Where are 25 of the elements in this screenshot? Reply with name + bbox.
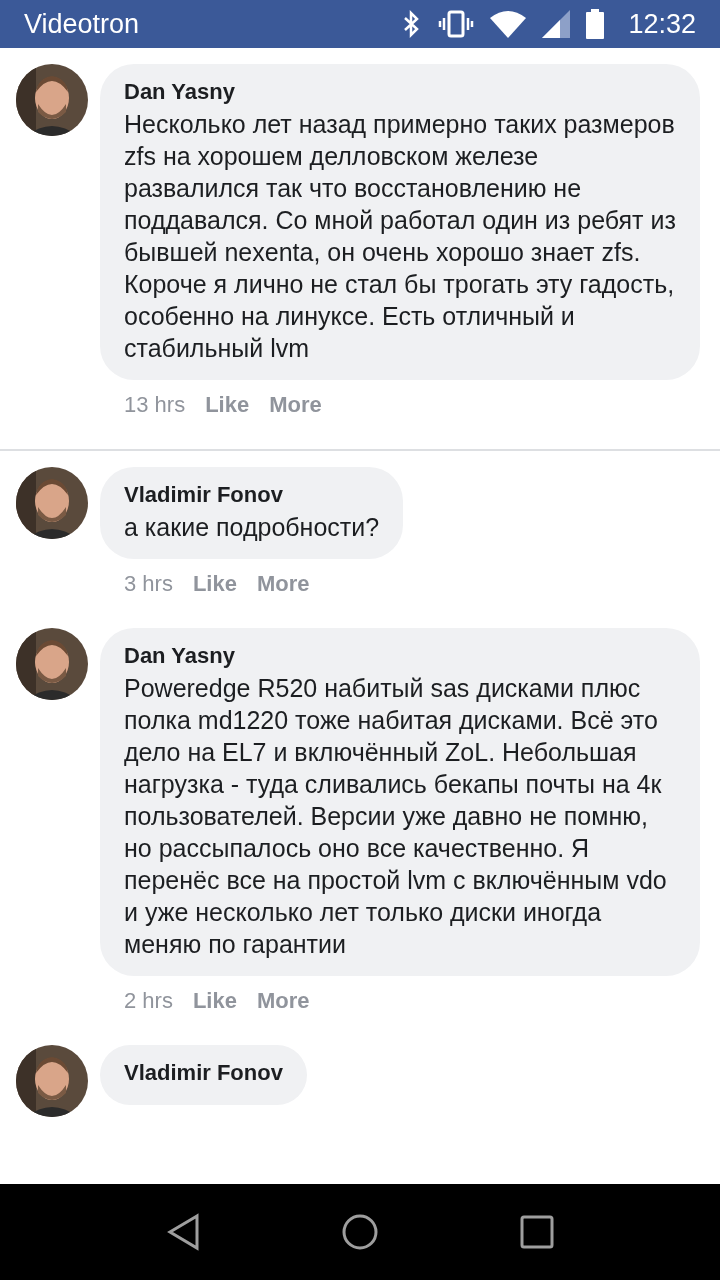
comment-text: Несколько лет назад примерно таких размеров zfs на хорошем делловском железе развалился так что восстановлению не поддавался. Со мной работал один из ребят из бывшей nexenta, он очень хорошо знает zfs. Короче я лично не стал бы трогать эту гадость, особенно на линуксе. Есть отличный и стабильный lvm — [124, 109, 676, 364]
like-link[interactable]: Like — [192, 984, 237, 1017]
wifi-icon — [490, 10, 527, 38]
author-name[interactable]: Vladimir Fonov — [124, 1057, 283, 1089]
more-link[interactable]: More — [269, 388, 322, 421]
clock: 12:32 — [628, 7, 696, 41]
recents-icon[interactable] — [519, 1215, 554, 1249]
home-icon[interactable] — [341, 1213, 379, 1251]
more-link[interactable]: More — [256, 567, 310, 600]
comment-text: а какие подробности? — [124, 512, 380, 543]
signal-icon — [542, 10, 571, 38]
author-name[interactable]: Dan Yasny — [124, 76, 676, 108]
comment-text: Poweredge R520 набитый sas дисками плюс полка md1220 тоже набитая дисками. Всё это дело на EL7 и включённый ZoL. Небольшая нагрузка - туда сливались бекапы почты на 4к пользователей. Версии уже давно не помню, но рассыпалось оно все качественно. Я перенёс все на простой lvm с включённым vdo и уже несколько лет только диски иногда меняю по гарантии — [124, 673, 668, 960]
author-name[interactable]: Vladimir Fonov — [124, 479, 380, 511]
comment-time: 13 hrs — [124, 391, 186, 419]
back-icon[interactable] — [166, 1213, 201, 1251]
more-link[interactable]: More — [256, 984, 310, 1017]
vibrate-icon — [438, 10, 475, 38]
comment-time: 3 hrs — [124, 570, 173, 598]
like-link[interactable]: Like — [205, 388, 250, 421]
carrier-name: Videotron — [24, 7, 140, 41]
like-link[interactable]: Like — [192, 567, 237, 600]
author-name[interactable]: Dan Yasny — [124, 640, 676, 672]
comment-time: 2 hrs — [124, 987, 173, 1015]
battery-icon — [586, 9, 605, 39]
